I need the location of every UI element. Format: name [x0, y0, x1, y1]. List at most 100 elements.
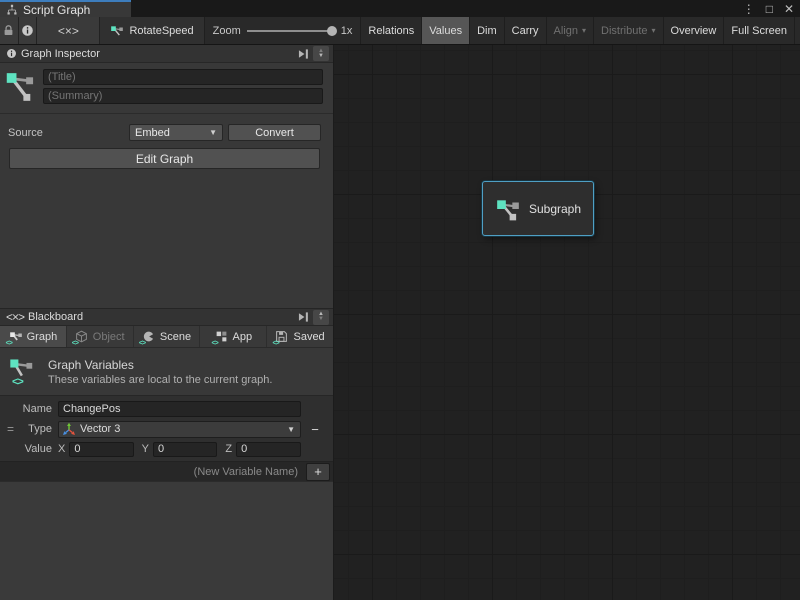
- tab-scene[interactable]: <> Scene: [134, 326, 201, 347]
- graph-window-icon: [6, 4, 18, 16]
- code-icon: <×>: [58, 24, 79, 38]
- zoom-slider-handle[interactable]: [327, 26, 337, 36]
- relations-button[interactable]: Relations: [360, 17, 421, 44]
- toolbar-toggles: Relations Values Dim Carry Align▾ Distri…: [360, 17, 795, 44]
- tab-title: Script Graph: [23, 3, 90, 17]
- script-graph-window: Script Graph ⋮ □ ✕ <×>: [0, 0, 800, 600]
- variable-type-row: Type Vector 3 ▼ −: [0, 419, 333, 439]
- app-variables-icon: <>: [215, 330, 229, 344]
- graph-title-input[interactable]: [43, 69, 323, 85]
- value-z-input[interactable]: [236, 442, 301, 457]
- zoom-control: Zoom 1x: [205, 17, 361, 44]
- graph-summary-input[interactable]: [43, 88, 323, 104]
- graph-name: RotateSpeed: [129, 25, 193, 37]
- graph-inspector-header[interactable]: Graph Inspector ▲ ▼: [0, 45, 333, 63]
- value-label: Value: [0, 443, 58, 455]
- panel-empty-area: [0, 481, 333, 600]
- graph-variables-icon: <>: [9, 356, 39, 388]
- variable-name-input[interactable]: [58, 401, 301, 417]
- full-screen-button[interactable]: Full Screen: [723, 17, 795, 44]
- axis-y-label: Y: [142, 443, 149, 455]
- edit-graph-button[interactable]: Edit Graph: [9, 148, 320, 169]
- value-y-input[interactable]: [153, 442, 217, 457]
- graph-icon: [5, 69, 39, 105]
- blackboard-icon: <×>: [6, 310, 24, 324]
- remove-variable-button[interactable]: −: [311, 422, 319, 437]
- zoom-scale: 1x: [341, 25, 353, 37]
- tab-object: <> Object: [67, 326, 134, 347]
- blackboard-header[interactable]: <×> Blackboard ▲ ▼: [0, 308, 333, 326]
- sidebar-panel: Graph Inspector ▲ ▼: [0, 45, 334, 600]
- info-icon: [6, 48, 17, 59]
- object-variables-icon: <>: [75, 330, 89, 344]
- tab-strip: Script Graph ⋮ □ ✕: [0, 0, 800, 17]
- scroll-spinner[interactable]: ▲ ▼: [313, 310, 329, 325]
- zoom-slider[interactable]: [247, 30, 335, 32]
- dock-icon[interactable]: [298, 48, 310, 60]
- saved-variables-icon: <>: [275, 330, 289, 344]
- tab-app[interactable]: <> App: [200, 326, 267, 347]
- source-dropdown[interactable]: Embed ▼: [129, 124, 223, 141]
- close-icon[interactable]: ✕: [784, 2, 794, 16]
- arrow-down-icon: ▼: [318, 54, 324, 59]
- variable-type-dropdown[interactable]: Vector 3 ▼: [58, 421, 301, 438]
- tab-saved[interactable]: <> Saved: [267, 326, 333, 347]
- maximize-icon[interactable]: □: [766, 2, 773, 16]
- chevron-down-icon: ▾: [582, 26, 586, 35]
- inspect-button[interactable]: [19, 17, 38, 44]
- distribute-dropdown: Distribute▾: [593, 17, 662, 44]
- source-label: Source: [8, 127, 124, 139]
- graph-variables-title: Graph Variables: [48, 358, 272, 372]
- blackboard-tabs: <> Graph <> Object: [0, 326, 333, 348]
- axis-x-label: X: [58, 443, 65, 455]
- chevron-down-icon: ▾: [652, 26, 656, 35]
- vector3-icon: [62, 422, 76, 436]
- zoom-label: Zoom: [213, 25, 241, 37]
- add-variable-button[interactable]: +: [306, 463, 330, 481]
- menu-icon[interactable]: ⋮: [743, 2, 755, 16]
- drag-handle-icon[interactable]: =: [7, 422, 14, 436]
- graph-variables-header: <> Graph Variables These variables are l…: [0, 348, 333, 395]
- scene-variables-icon: <>: [142, 330, 156, 344]
- value-x-input[interactable]: [69, 442, 133, 457]
- dock-icon[interactable]: [298, 311, 310, 323]
- tab-graph[interactable]: <> Graph: [0, 326, 67, 347]
- scroll-spinner[interactable]: ▲ ▼: [313, 46, 329, 61]
- variable-value-row: Value X Y Z: [0, 439, 333, 459]
- variable-row: = Name Type: [0, 395, 333, 461]
- overview-button[interactable]: Overview: [663, 17, 724, 44]
- lock-icon: [2, 24, 15, 37]
- graph-variables-subtitle: These variables are local to the current…: [48, 374, 272, 386]
- align-dropdown: Align▾: [546, 17, 593, 44]
- window-controls: ⋮ □ ✕: [743, 1, 794, 16]
- carry-button[interactable]: Carry: [504, 17, 546, 44]
- new-variable-row: (New Variable Name) +: [0, 461, 333, 481]
- variable-name-row: Name: [0, 399, 333, 419]
- chevron-down-icon: ▼: [287, 425, 295, 434]
- source-row: Source Embed ▼ Convert: [8, 124, 321, 141]
- axis-z-label: Z: [225, 443, 232, 455]
- name-label: Name: [0, 403, 58, 415]
- graph-title-block: [0, 63, 333, 105]
- code-view-button[interactable]: <×>: [37, 17, 100, 44]
- info-icon: [21, 24, 34, 37]
- new-variable-placeholder[interactable]: (New Variable Name): [194, 466, 298, 478]
- dim-button[interactable]: Dim: [469, 17, 504, 44]
- graph-icon: [495, 196, 521, 222]
- values-button[interactable]: Values: [421, 17, 469, 44]
- graph-inspector-title: Graph Inspector: [21, 48, 100, 60]
- graph-breadcrumb[interactable]: RotateSpeed: [100, 17, 204, 44]
- tab-script-graph[interactable]: Script Graph: [0, 0, 131, 17]
- graph-icon: [110, 24, 124, 38]
- chevron-down-icon: ▼: [209, 128, 217, 137]
- graph-toolbar: <×> RotateSpeed Zoom 1x Relations Values…: [0, 17, 800, 45]
- divider: [0, 113, 333, 114]
- graph-canvas[interactable]: Subgraph: [334, 45, 800, 600]
- subgraph-node[interactable]: Subgraph: [482, 181, 594, 236]
- graph-variables-icon: <>: [9, 330, 23, 344]
- arrow-down-icon: ▼: [318, 317, 324, 322]
- blackboard-title: Blackboard: [28, 311, 83, 323]
- convert-button[interactable]: Convert: [228, 124, 321, 141]
- node-label: Subgraph: [529, 202, 581, 216]
- lock-button[interactable]: [0, 17, 19, 44]
